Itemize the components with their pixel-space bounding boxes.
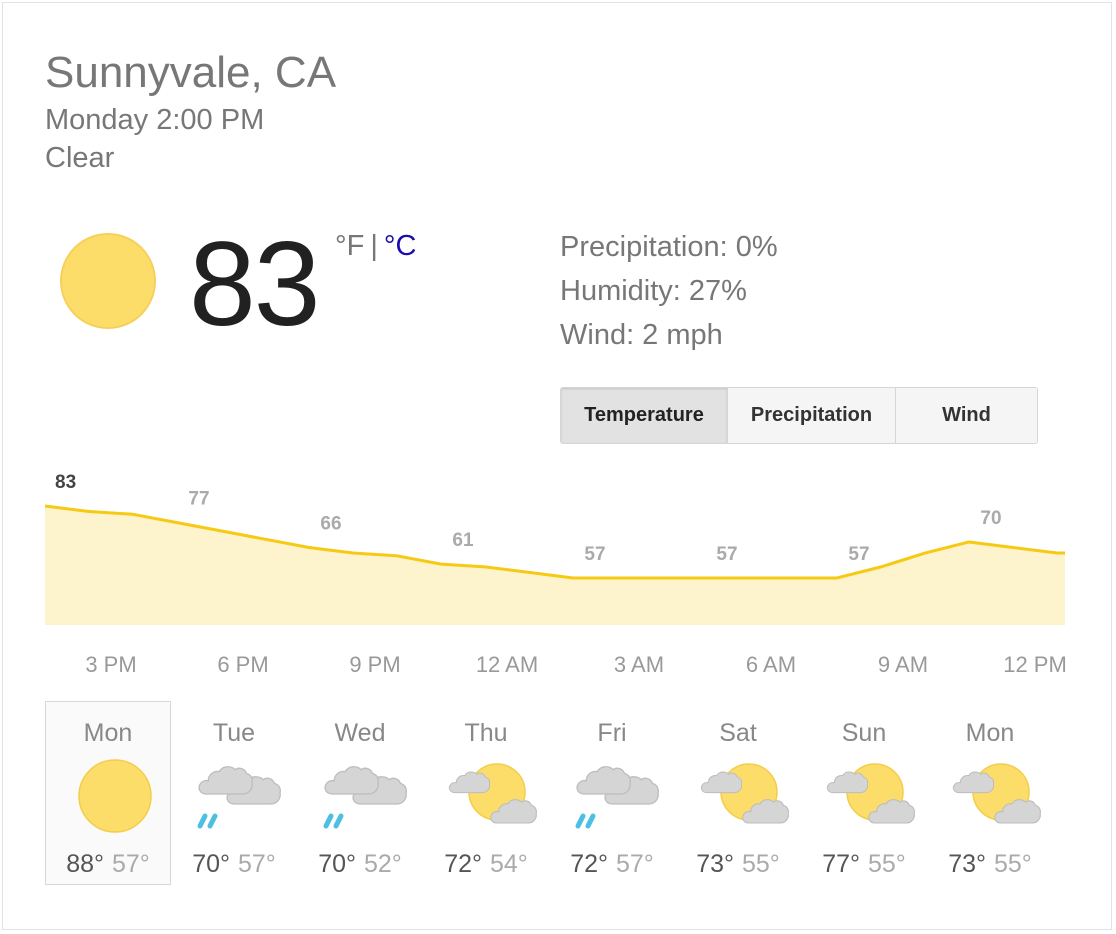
forecast-day[interactable]: Sun 77° 55° [801,701,927,885]
chart-point-label: 66 [320,514,341,535]
high-temp: 88° [66,850,104,878]
day-name: Mon [965,719,1015,747]
low-temp: 52° [364,850,402,878]
low-temp: 57° [238,850,276,878]
chart-tick-label: 6 PM [217,652,268,677]
day-name: Thu [464,719,508,747]
chart-point-label: 57 [716,544,737,565]
cloud-rain-icon [571,758,667,834]
low-temp: 55° [742,850,780,878]
forecast-day[interactable]: Fri 72° 57° [549,701,675,885]
forecast-day[interactable]: Tue 70° 57° [171,701,297,885]
high-temp: 72° [570,850,608,878]
chart-point-label: 57 [848,544,869,565]
forecast-day[interactable]: Mon 88° 57° [45,701,171,885]
day-name: Sat [719,719,757,747]
high-temp: 72° [444,850,482,878]
tab-precipitation[interactable]: Precipitation [727,388,895,443]
sunny-icon [60,233,156,329]
chart-point-label: 61 [452,530,474,551]
partly-cloudy-icon [949,758,1045,834]
high-temp: 77° [822,850,860,878]
unit-separator: | [370,230,378,262]
high-temp: 73° [696,850,734,878]
partly-cloudy-icon [823,758,919,834]
high-temp: 73° [948,850,986,878]
unit-toggle: °F | °C [335,229,416,263]
day-name: Fri [597,719,627,747]
partly-cloudy-icon [445,758,541,834]
forecast-day[interactable]: Mon 73° 55° [927,701,1053,885]
humidity-value: Humidity: 27% [560,275,747,307]
temperature-chart: 83 77 66 61 57 57 57 70 3 PM 6 PM 9 PM 12 AM 3 AM 6 A… [44,472,1067,677]
chart-tick-label: 12 PM [1003,652,1067,677]
chart-point-label: 83 [55,472,76,493]
day-name: Tue [212,719,256,747]
current-temperature: 83 [189,217,320,351]
date-time: Monday 2:00 PM [45,104,265,136]
temperature-area [45,506,1065,625]
daily-forecast: Mon 88° 57° Tue 70° 57° Wed 70° 52° Thu 72°… [45,701,1053,885]
cloud-rain-icon [319,758,415,834]
chart-point-label: 70 [980,508,1001,529]
high-temp: 70° [192,850,230,878]
chart-point-label: 57 [584,544,605,565]
unit-fahrenheit[interactable]: °F [335,230,364,262]
unit-celsius-link[interactable]: °C [384,230,417,262]
low-temp: 55° [868,850,906,878]
chart-tick-label: 12 AM [476,652,538,677]
weather-condition: Clear [45,142,115,174]
forecast-day[interactable]: Wed 70° 52° [297,701,423,885]
partly-cloudy-icon [697,758,793,834]
sunny-icon [78,759,152,833]
wind-value: Wind: 2 mph [560,319,723,351]
location-title: Sunnyvale, CA [45,48,337,97]
low-temp: 57° [112,850,150,878]
forecast-day[interactable]: Thu 72° 54° [423,701,549,885]
forecast-day[interactable]: Sat 73° 55° [675,701,801,885]
day-name: Mon [83,719,133,747]
chart-point-label: 77 [188,489,209,510]
weather-details: Precipitation: 0% Humidity: 27% Wind: 2 … [560,225,778,357]
tab-wind[interactable]: Wind [895,388,1037,443]
low-temp: 57° [616,850,654,878]
chart-tick-label: 6 AM [746,652,796,677]
cloud-rain-icon [193,758,289,834]
high-temp: 70° [318,850,356,878]
chart-tick-label: 3 PM [85,652,136,677]
tab-temperature[interactable]: Temperature [561,388,727,443]
weather-card: Sunnyvale, CA Monday 2:00 PM Clear 83 °F… [2,2,1112,930]
chart-tick-label: 3 AM [614,652,664,677]
day-name: Sun [841,719,887,747]
chart-tick-label: 9 PM [349,652,400,677]
chart-tabs: Temperature Precipitation Wind [560,387,1038,444]
precipitation-value: Precipitation: 0% [560,231,778,263]
day-name: Wed [334,719,386,747]
chart-tick-label: 9 AM [878,652,928,677]
low-temp: 55° [994,850,1032,878]
low-temp: 54° [490,850,528,878]
